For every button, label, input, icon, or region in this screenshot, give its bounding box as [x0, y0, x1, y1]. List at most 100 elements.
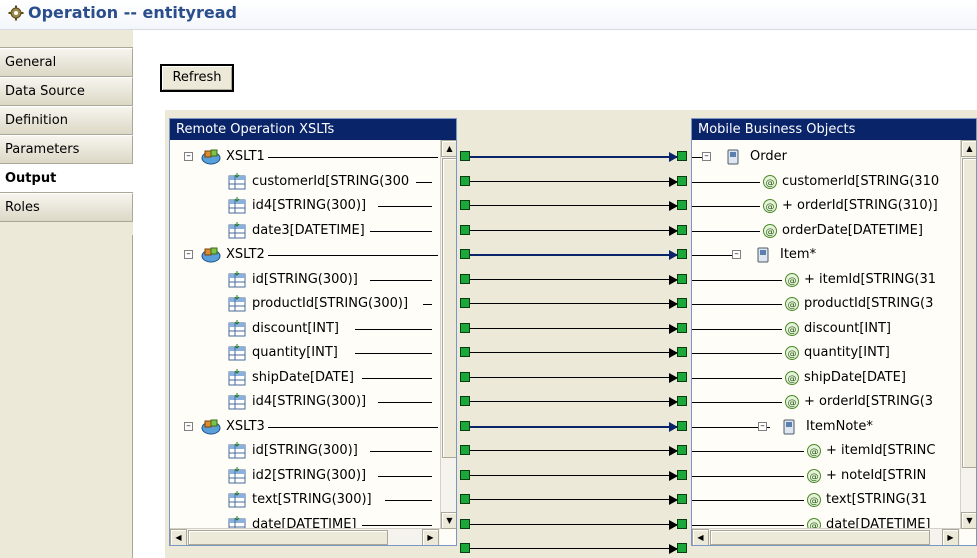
mapping-line[interactable] [467, 425, 679, 428]
collapse-toggle-icon[interactable]: – [758, 421, 767, 431]
scroll-up-icon[interactable]: ▲ [441, 140, 456, 157]
scroll-down-icon[interactable]: ▼ [961, 512, 976, 529]
source-port[interactable] [460, 396, 470, 406]
source-port[interactable] [460, 200, 470, 210]
xslt-node[interactable]: – XSLT2 [170, 245, 440, 265]
mbo-node[interactable]: – Item* [692, 245, 960, 265]
collapse-toggle-icon[interactable]: – [732, 250, 741, 259]
scroll-left-icon[interactable]: ◀ [692, 529, 709, 545]
xslt-field[interactable]: discount[INT] [170, 319, 440, 339]
mbo-attribute[interactable]: @ quantity[INT] [692, 343, 960, 363]
scroll-thumb[interactable] [442, 158, 456, 458]
source-port[interactable] [460, 249, 470, 259]
source-port[interactable] [460, 469, 470, 480]
target-port[interactable] [677, 371, 687, 382]
source-port[interactable] [460, 151, 470, 161]
collapse-toggle-icon[interactable]: – [702, 152, 711, 161]
target-port[interactable] [677, 151, 687, 161]
target-port[interactable] [677, 445, 687, 455]
target-port[interactable] [677, 200, 687, 210]
nav-item-data-source[interactable]: Data Source [0, 77, 133, 106]
mapping-line[interactable] [467, 352, 679, 353]
nav-item-output[interactable]: Output [0, 164, 133, 193]
mapping-line[interactable] [467, 499, 679, 500]
xslt-field[interactable]: id[STRING(300)] [170, 441, 440, 461]
source-port[interactable] [460, 273, 470, 284]
xslt-field[interactable]: text[STRING(300)] [170, 490, 440, 510]
scroll-left-icon[interactable]: ◀ [170, 529, 187, 545]
mbo-attribute[interactable]: @ + itemId[STRINC [692, 441, 960, 461]
target-port[interactable] [677, 518, 687, 529]
xslt-field[interactable]: id4[STRING(300)] [170, 392, 440, 412]
vertical-scrollbar[interactable]: ▲ ▼ [440, 140, 456, 529]
xslt-field[interactable]: shipDate[DATE] [170, 368, 440, 388]
target-port[interactable] [677, 175, 687, 186]
target-port[interactable] [677, 298, 687, 308]
scroll-thumb[interactable] [188, 530, 388, 545]
mapping-line[interactable] [467, 523, 679, 525]
target-port[interactable] [677, 420, 687, 431]
mbo-attribute[interactable]: @ + orderId[STRING(3 [692, 392, 960, 412]
mbo-attribute[interactable]: @ productId[STRING(3 [692, 294, 960, 314]
mbo-node[interactable]: – Order [692, 147, 960, 167]
mapping-line[interactable] [467, 450, 679, 451]
scroll-right-icon[interactable]: ▶ [422, 529, 439, 545]
source-port[interactable] [460, 543, 470, 553]
mbo-node[interactable]: – ItemNote* [692, 417, 960, 437]
xslt-field[interactable]: date3[DATETIME] [170, 221, 440, 241]
mapping-line[interactable] [467, 548, 679, 549]
target-port[interactable] [677, 322, 687, 333]
mbo-attribute[interactable]: @ customerId[STRING(310 [692, 172, 960, 192]
scroll-right-icon[interactable]: ▶ [942, 529, 959, 545]
target-port[interactable] [677, 396, 687, 406]
source-port[interactable] [460, 298, 470, 308]
mbo-attribute[interactable]: @ + orderId[STRING(310)] [692, 196, 960, 216]
mbo-attribute[interactable]: @ + itemId[STRING(31 [692, 270, 960, 290]
target-port[interactable] [677, 224, 687, 235]
vertical-scrollbar[interactable]: ▲ ▼ [960, 140, 976, 529]
target-port[interactable] [677, 249, 687, 259]
source-port[interactable] [460, 322, 470, 333]
horizontal-scrollbar[interactable]: ◀ ▶ [170, 528, 440, 545]
nav-item-general[interactable]: General [0, 48, 133, 77]
collapse-toggle-icon[interactable]: – [184, 250, 193, 259]
nav-item-roles[interactable]: Roles [0, 193, 133, 222]
collapse-toggle-icon[interactable]: – [184, 421, 193, 431]
source-port[interactable] [460, 420, 470, 431]
source-port[interactable] [460, 494, 470, 504]
source-port[interactable] [460, 445, 470, 455]
mapping-line[interactable] [467, 327, 679, 329]
mapping-line[interactable] [467, 180, 679, 182]
mapping-line[interactable] [467, 474, 679, 476]
xslt-node[interactable]: – XSLT3 [170, 417, 440, 437]
mbo-attribute[interactable]: @ text[STRING(31 [692, 490, 960, 510]
scroll-thumb[interactable] [710, 530, 930, 545]
nav-item-definition[interactable]: Definition [0, 106, 133, 135]
scroll-down-icon[interactable]: ▼ [441, 512, 456, 529]
target-port[interactable] [677, 273, 687, 284]
target-port[interactable] [677, 347, 687, 357]
mbo-attribute[interactable]: @ orderDate[DATETIME] [692, 221, 960, 241]
target-port[interactable] [677, 494, 687, 504]
source-port[interactable] [460, 518, 470, 529]
source-port[interactable] [460, 347, 470, 357]
mapping-line[interactable] [467, 278, 679, 280]
target-port[interactable] [677, 469, 687, 480]
target-port[interactable] [677, 543, 687, 553]
refresh-button[interactable]: Refresh [160, 64, 234, 92]
mapping-line[interactable] [467, 376, 679, 378]
source-port[interactable] [460, 224, 470, 235]
scroll-thumb[interactable] [962, 158, 976, 468]
mapping-line[interactable] [467, 401, 679, 402]
xslt-node[interactable]: – XSLT1 [170, 147, 440, 167]
xslt-field[interactable]: productId[STRING(300)] [170, 294, 440, 314]
mapping-line[interactable] [467, 303, 679, 304]
scroll-up-icon[interactable]: ▲ [961, 140, 976, 157]
source-port[interactable] [460, 371, 470, 382]
nav-item-parameters[interactable]: Parameters [0, 135, 133, 164]
xslt-field[interactable]: id2[STRING(300)] [170, 466, 440, 486]
source-port[interactable] [460, 175, 470, 186]
mbo-attribute[interactable]: @ discount[INT] [692, 319, 960, 339]
mapping-line[interactable] [467, 205, 679, 206]
mbo-attribute[interactable]: @ shipDate[DATE] [692, 368, 960, 388]
